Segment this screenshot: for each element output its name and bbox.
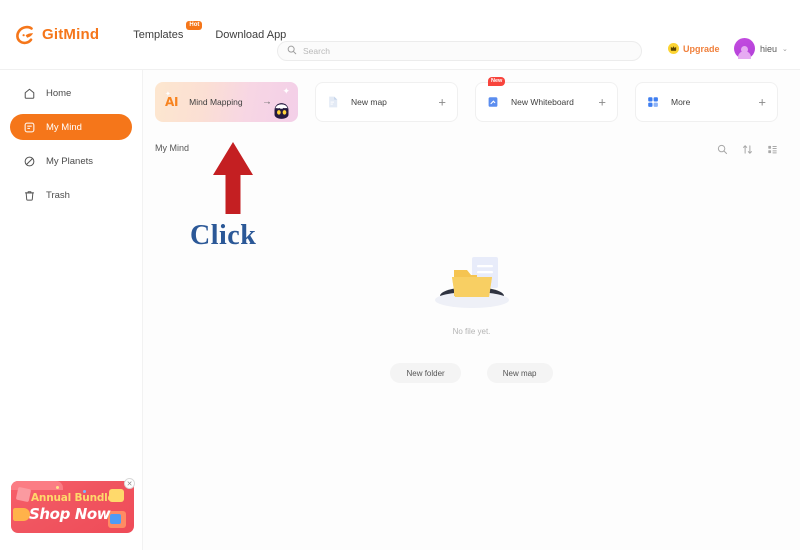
search-icon — [287, 42, 297, 60]
sidebar-item-trash[interactable]: Trash — [10, 182, 132, 208]
trash-icon — [23, 189, 36, 202]
nav-download-app[interactable]: Download App — [215, 29, 286, 41]
nav-download-app-label: Download App — [215, 28, 287, 41]
sparkle-icon-small: ✦ — [165, 91, 171, 98]
user-avatar-icon — [734, 38, 755, 59]
empty-state: No file yet. New folder New map — [143, 250, 800, 383]
card-new-whiteboard-label: New Whiteboard — [511, 97, 574, 107]
upgrade-label: Upgrade — [683, 43, 720, 54]
section-toolbar — [717, 142, 778, 155]
sparkle-icon-large: ✦ — [282, 86, 290, 96]
mind-doc-icon — [23, 121, 36, 134]
sidebar-item-home-label: Home — [46, 87, 72, 99]
empty-state-actions: New folder New map — [143, 363, 800, 383]
card-more[interactable]: More + — [635, 82, 778, 122]
plus-icon: + — [758, 94, 766, 110]
sidebar-item-my-planets-label: My Planets — [46, 155, 93, 167]
gitmind-logo-icon — [14, 24, 36, 46]
sidebar-item-home[interactable]: Home — [10, 80, 132, 106]
sidebar-item-my-mind-label: My Mind — [46, 121, 82, 133]
whiteboard-icon — [486, 95, 500, 109]
document-icon — [326, 95, 340, 109]
plus-icon: + — [598, 94, 606, 110]
user-menu[interactable]: hieu ⌄ — [734, 38, 788, 59]
page-title: My Mind — [155, 142, 190, 153]
new-folder-button[interactable]: New folder — [390, 363, 461, 383]
top-navigation-bar: GitMind Templates Hot Download App Searc… — [0, 0, 800, 70]
card-more-label: More — [671, 97, 691, 107]
upgrade-button[interactable]: Upgrade — [668, 43, 720, 54]
card-new-map[interactable]: New map + — [315, 82, 458, 122]
card-ai-mind-mapping-label: Mind Mapping — [189, 97, 243, 107]
nav-templates-label: Templates — [133, 28, 184, 41]
crown-icon — [668, 43, 679, 54]
quick-action-cards: ✦ AI Mind Mapping → ✦ New map + New New … — [143, 70, 800, 122]
chevron-down-icon: ⌄ — [782, 45, 788, 53]
global-search[interactable] — [277, 41, 642, 61]
home-icon — [23, 87, 36, 100]
empty-folder-icon — [427, 250, 517, 318]
plus-icon: + — [438, 94, 446, 110]
promo-decor-dot-1 — [56, 486, 59, 489]
promo-decor-gift — [15, 486, 32, 503]
nav-templates[interactable]: Templates Hot — [133, 20, 203, 41]
new-map-button[interactable]: New map — [486, 363, 553, 383]
sidebar-item-my-planets[interactable]: My Planets — [10, 148, 132, 174]
grid-icon — [646, 95, 660, 109]
empty-state-text: No file yet. — [452, 327, 491, 336]
search-icon[interactable] — [717, 142, 728, 155]
card-new-whiteboard[interactable]: New New Whiteboard + — [475, 77, 618, 122]
sidebar-item-trash-label: Trash — [46, 189, 70, 201]
promo-line-1: Annual Bundle — [31, 492, 115, 504]
gitmind-app-window: GitMind Templates Hot Download App Searc… — [0, 0, 800, 550]
view-list-icon[interactable] — [767, 142, 778, 154]
close-icon[interactable]: ✕ — [124, 478, 135, 489]
card-new-map-label: New map — [351, 97, 387, 107]
annotation-click-label: Click — [190, 220, 257, 251]
annotation-up-arrow — [212, 142, 254, 214]
planet-icon — [23, 155, 36, 168]
hot-badge: Hot — [186, 20, 203, 30]
promo-line-2: Shop Now — [29, 505, 111, 523]
brand-name: GitMind — [42, 26, 100, 43]
brand-logo[interactable]: GitMind — [14, 24, 99, 46]
user-name: hieu — [760, 43, 778, 54]
card-ai-mind-mapping[interactable]: ✦ AI Mind Mapping → ✦ — [155, 82, 298, 122]
sidebar-item-my-mind[interactable]: My Mind — [10, 114, 132, 140]
ai-mascot-icon — [271, 102, 292, 120]
sort-icon[interactable] — [742, 142, 753, 154]
promo-decor-megaphone — [13, 508, 30, 521]
sidebar: Home My Mind My Planets Trash Annual Bun… — [0, 70, 143, 550]
promo-banner[interactable]: Annual Bundle Shop Now — [11, 481, 134, 533]
search-input[interactable] — [303, 46, 603, 56]
new-badge: New — [488, 77, 506, 86]
